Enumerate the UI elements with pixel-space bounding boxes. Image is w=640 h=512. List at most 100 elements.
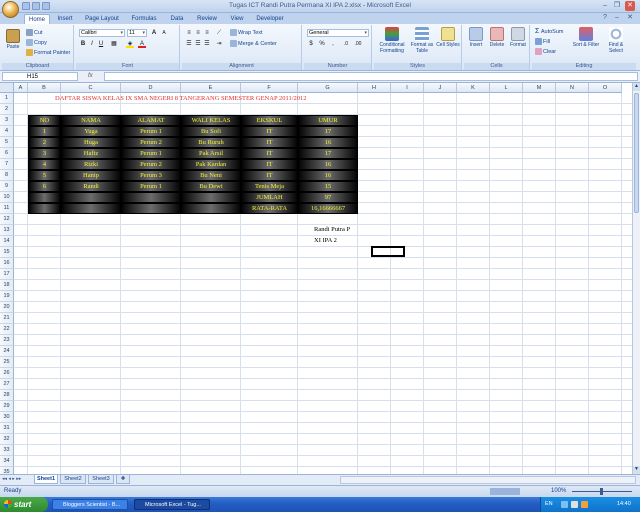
row-header[interactable]: 27 (0, 379, 14, 390)
row-header[interactable]: 22 (0, 324, 14, 335)
cell-styles-button[interactable]: Cell Styles (436, 27, 460, 48)
sheet-tab-1[interactable]: Sheet1 (34, 475, 58, 484)
row-header[interactable]: 1 (0, 93, 14, 104)
table-header-cell[interactable]: UMUR (298, 115, 358, 126)
help-icon[interactable]: ? (600, 13, 610, 23)
row-header[interactable]: 30 (0, 412, 14, 423)
sheet-tab-2[interactable]: Sheet2 (60, 475, 86, 484)
table-cell[interactable]: 1 (28, 126, 61, 137)
vertical-scrollbar[interactable]: ▲ ▼ (632, 83, 640, 474)
network-icon[interactable] (561, 501, 568, 508)
row-header[interactable]: 24 (0, 346, 14, 357)
volume-icon[interactable] (571, 501, 578, 508)
table-cell[interactable]: Hafiz (61, 148, 121, 159)
merge-center-button[interactable]: Merge & Center (230, 40, 277, 47)
column-header[interactable]: K (457, 83, 490, 93)
select-all-corner[interactable] (0, 83, 14, 93)
row-header[interactable]: 29 (0, 401, 14, 412)
insert-sheet-icon[interactable]: ✚ (116, 475, 130, 484)
jumlah-label-cell[interactable]: JUMLAH (241, 192, 298, 203)
format-painter-button[interactable]: Format Painter (26, 49, 70, 56)
shrink-font-button[interactable]: A (160, 29, 168, 37)
font-size-select[interactable]: 11 ▾ (127, 29, 147, 37)
underline-button[interactable]: U (97, 40, 105, 48)
sheet-nav-icons[interactable]: ◂◂ ◂ ▸ ▸▸ (2, 476, 21, 482)
scroll-thumb[interactable] (634, 93, 639, 213)
restore-button[interactable]: ❐ (612, 1, 622, 11)
table-cell[interactable]: Perum 1 (121, 126, 181, 137)
table-cell[interactable]: Perum 1 (121, 148, 181, 159)
scroll-up-icon[interactable]: ▲ (633, 83, 640, 91)
table-cell[interactable]: IT (241, 148, 298, 159)
table-cell[interactable]: Huga (61, 137, 121, 148)
row-header[interactable]: 9 (0, 181, 14, 192)
row-header[interactable]: 28 (0, 390, 14, 401)
indent-icon[interactable]: ⇥ (215, 40, 223, 48)
row-header[interactable]: 10 (0, 192, 14, 203)
row-header[interactable]: 12 (0, 214, 14, 225)
row-header[interactable]: 32 (0, 434, 14, 445)
row-header[interactable]: 17 (0, 269, 14, 280)
worksheet-grid[interactable]: ABCDEFGHIJKLMNO 1 2 3 4 5 6 7 8 9 10 11 12 13 14 15 16 1… (0, 83, 632, 474)
table-cell[interactable]: Pak Kardan (181, 159, 241, 170)
tab-data[interactable]: Data (164, 14, 190, 24)
format-cells-button[interactable]: Format (508, 27, 528, 48)
clear-button[interactable]: Clear (535, 48, 556, 55)
table-empty-cell[interactable] (28, 203, 61, 214)
format-as-table-button[interactable]: Format as Table (410, 27, 434, 54)
table-header-cell[interactable]: NAMA (61, 115, 121, 126)
tab-formulas[interactable]: Formulas (126, 14, 162, 24)
italic-button[interactable]: I (88, 40, 96, 48)
workbook-close-icon[interactable]: ✕ (625, 13, 635, 23)
column-header[interactable]: F (241, 83, 298, 93)
table-header-cell[interactable]: WALI KELAS (181, 115, 241, 126)
row-header[interactable]: 14 (0, 236, 14, 247)
row-header[interactable]: 5 (0, 137, 14, 148)
column-header[interactable]: I (391, 83, 424, 93)
row-header[interactable]: 34 (0, 456, 14, 467)
orientation-icon[interactable]: ⟋ (215, 29, 223, 37)
sort-filter-button[interactable]: Sort & Filter (572, 27, 600, 48)
number-format-select[interactable]: General ▾ (307, 29, 369, 37)
decrease-decimal-button[interactable]: .00 (354, 40, 362, 48)
horizontal-scrollbar[interactable] (340, 476, 636, 484)
tab-developer[interactable]: Developer (252, 14, 288, 24)
row-header[interactable]: 26 (0, 368, 14, 379)
table-cell[interactable]: 16 (298, 170, 358, 181)
insert-cells-button[interactable]: Insert (466, 27, 486, 48)
bold-button[interactable]: B (79, 40, 87, 48)
table-cell[interactable]: Yuga (61, 126, 121, 137)
scroll-down-icon[interactable]: ▼ (633, 466, 640, 474)
row-header[interactable]: 33 (0, 445, 14, 456)
currency-button[interactable]: $ (307, 40, 315, 48)
align-middle-icon[interactable]: ≡ (194, 29, 202, 37)
fx-icon[interactable]: fx (88, 73, 93, 79)
row-header[interactable]: 4 (0, 126, 14, 137)
fill-button[interactable]: Fill (535, 38, 550, 45)
percent-button[interactable]: % (318, 40, 326, 48)
font-color-icon[interactable]: A (138, 40, 146, 48)
table-cell[interactable]: 2 (28, 137, 61, 148)
table-cell[interactable]: Randi (61, 181, 121, 192)
increase-decimal-button[interactable]: .0 (342, 40, 350, 48)
table-header-cell[interactable]: ALAMAT (121, 115, 181, 126)
borders-icon[interactable]: ▦ (110, 40, 118, 48)
row-header[interactable]: 20 (0, 302, 14, 313)
ribbon-minimize-icon[interactable]: – (612, 13, 622, 23)
row-header[interactable]: 35 (0, 467, 14, 474)
column-header[interactable]: H (358, 83, 391, 93)
grow-font-button[interactable]: A (150, 29, 158, 37)
table-cell[interactable]: 5 (28, 170, 61, 181)
view-buttons[interactable] (490, 488, 520, 495)
fill-color-icon[interactable]: ◈ (126, 40, 134, 48)
table-cell[interactable]: Pak Arsil (181, 148, 241, 159)
table-cell[interactable]: 6 (28, 181, 61, 192)
table-empty-cell[interactable] (121, 203, 181, 214)
table-cell[interactable]: 16 (298, 137, 358, 148)
taskbar-item-blogger[interactable]: Bloggers Scientist - B... (52, 499, 128, 510)
column-header[interactable]: A (14, 83, 28, 93)
formula-input[interactable] (104, 72, 638, 81)
column-header[interactable]: B (28, 83, 61, 93)
zoom-slider-handle[interactable] (600, 488, 603, 495)
autosum-button[interactable]: Σ AutoSum (535, 28, 563, 35)
